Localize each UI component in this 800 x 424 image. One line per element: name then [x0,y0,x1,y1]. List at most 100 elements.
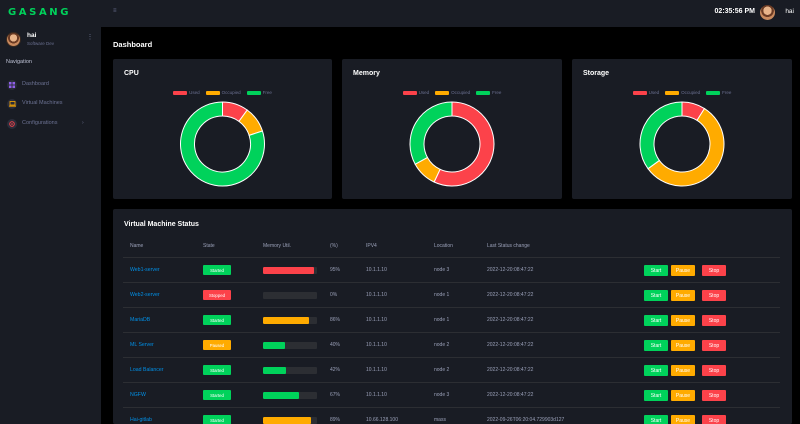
top-navbar: ≡ 02:35:56 PM hai [101,0,800,27]
vm-name-link[interactable]: ML Server [130,342,154,348]
status-badge: Started [203,365,231,375]
vm-name-link[interactable]: NGFW [130,392,146,398]
sidebar: GASANG hai Software Dev ⋮ Navigation Das… [0,0,101,424]
ipv4-address: 10.1.1.10 [366,292,387,298]
start-button[interactable]: Start [644,365,668,376]
memory-util-percent: 67% [330,392,341,398]
memory-card: Memory Used Occupied Free [342,59,562,199]
start-button[interactable]: Start [644,315,668,326]
pause-button[interactable]: Pause [671,365,695,376]
cpu-donut-chart [180,101,265,187]
memory-util-bar [263,267,317,274]
last-status-change: 2022-12-20:08:47:22 [487,392,534,398]
last-status-change: 2022-12-20:08:47:22 [487,267,534,273]
profile-role: Software Dev [27,41,55,46]
memory-util-fill [263,367,286,374]
start-button[interactable]: Start [644,340,668,351]
stop-button[interactable]: Stop [702,340,726,351]
location: node 3 [434,267,450,273]
storage-donut-chart [639,101,725,187]
laptop-icon [7,99,17,109]
user-name[interactable]: hai [785,8,794,15]
vm-name-link[interactable]: MariaDB [130,317,150,323]
sidebar-item-configurations[interactable]: Configurations › [6,117,94,131]
column-header-ipv4[interactable]: IPV4 [366,243,377,249]
last-status-change: 2022-09-26T06:20:04.729903d127 [487,417,565,423]
dashboard-icon [7,80,17,90]
menu-toggle-icon[interactable]: ≡ [113,8,117,14]
stop-button[interactable]: Stop [702,390,726,401]
location: node 1 [434,317,450,323]
column-header-location[interactable]: Location [434,243,453,249]
stop-button[interactable]: Stop [702,365,726,376]
nav-title: Navigation [6,59,32,65]
memory-util-bar [263,392,317,399]
donut-slice-free[interactable] [409,101,453,165]
ipv4-address: 10.1.1.10 [366,367,387,373]
stop-button[interactable]: Stop [702,315,726,326]
column-header-last-status-change[interactable]: Last Status change [487,243,530,249]
pause-button[interactable]: Pause [671,415,695,424]
settings-icon [7,119,17,129]
last-status-change: 2022-12-20:08:47:22 [487,317,534,323]
location: node 3 [434,392,450,398]
memory-util-fill [263,342,285,349]
ipv4-address: 10.1.1.10 [366,267,387,273]
sidebar-item-label: Dashboard [22,81,49,87]
column-header-state[interactable]: State [203,243,215,249]
memory-util-fill [263,392,300,399]
profile-block: hai Software Dev ⋮ [6,31,96,49]
memory-util-bar [263,417,317,424]
vm-name-link[interactable]: Web1-server [130,267,160,273]
start-button[interactable]: Start [644,415,668,424]
brand-logo[interactable]: GASANG [8,7,71,18]
vm-name-link[interactable]: Load Balancer [130,367,163,373]
cpu-card: CPU Used Occupied Free [113,59,332,199]
pause-button[interactable]: Pause [671,340,695,351]
sidebar-item-virtual-machines[interactable]: Virtual Machines [6,97,94,111]
memory-util-percent: 0% [330,292,338,298]
memory-util-bar [263,367,317,374]
donut-slice-free[interactable] [639,101,683,170]
memory-util-fill [263,417,312,424]
more-vertical-icon[interactable]: ⋮ [86,33,94,41]
location: mass [434,417,446,423]
ipv4-address: 10.1.1.10 [366,392,387,398]
status-badge: Started [203,265,231,275]
pause-button[interactable]: Pause [671,265,695,276]
ipv4-address: 10.1.1.10 [366,342,387,348]
ipv4-address: 10.1.1.10 [366,317,387,323]
column-header-name[interactable]: Name [130,243,143,249]
status-badge: Started [203,390,231,400]
status-badge: Stopped [203,290,231,300]
memory-util-percent: 89% [330,417,341,423]
start-button[interactable]: Start [644,265,668,276]
column-header-percent[interactable]: (%) [330,243,338,249]
vm-name-link[interactable]: Web2-server [130,292,160,298]
status-badge: Started [203,415,231,424]
memory-util-percent: 40% [330,342,341,348]
pause-button[interactable]: Pause [671,390,695,401]
memory-util-percent: 42% [330,367,341,373]
memory-donut-chart [409,101,495,187]
stop-button[interactable]: Stop [702,265,726,276]
column-header-memory-util[interactable]: Memory Util. [263,243,291,249]
avatar[interactable] [6,32,21,47]
stop-button[interactable]: Stop [702,290,726,301]
stop-button[interactable]: Stop [702,415,726,424]
pause-button[interactable]: Pause [671,315,695,326]
location: node 1 [434,292,450,298]
start-button[interactable]: Start [644,390,668,401]
sidebar-item-dashboard[interactable]: Dashboard [6,78,94,92]
status-badge: Paused [203,340,231,350]
start-button[interactable]: Start [644,290,668,301]
vm-name-link[interactable]: Hai-gitlab [130,417,152,423]
pause-button[interactable]: Pause [671,290,695,301]
table-row: Hai-gitlab Started 89% 10.66.128.100 mass 202… [123,407,780,424]
sidebar-item-label: Virtual Machines [22,100,63,106]
table-row: ML Server Paused 40% 10.1.1.10 node 2 2022-12… [123,332,780,357]
avatar[interactable] [760,5,775,20]
table-row: NGFW Started 67% 10.1.1.10 node 3 2022-12-20:… [123,382,780,407]
memory-util-percent: 95% [330,267,341,273]
last-status-change: 2022-12-20:08:47:22 [487,342,534,348]
